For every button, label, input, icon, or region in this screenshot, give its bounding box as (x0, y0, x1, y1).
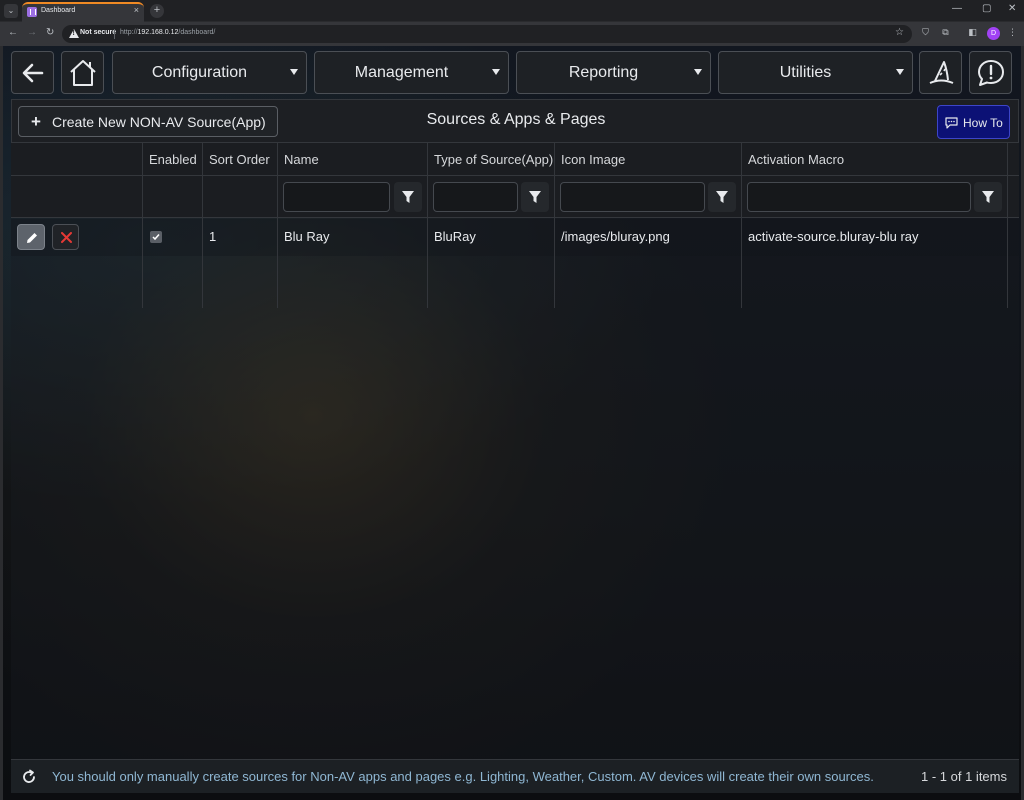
shield-extension-icon[interactable]: ⛉ (920, 27, 931, 38)
puzzle-extension-icon[interactable]: ⧉ (940, 27, 951, 38)
configuration-menu[interactable]: Configuration (112, 51, 307, 94)
back-arrow-icon (22, 63, 43, 82)
chevron-down-icon (896, 69, 904, 75)
back-icon[interactable]: ← (8, 27, 18, 38)
column-divider (202, 143, 203, 308)
footer-message: You should only manually create sources … (52, 769, 874, 784)
browser-tab[interactable]: Dashboard × (22, 2, 144, 22)
url-path: /dashboard/ (178, 29, 216, 36)
column-divider (554, 143, 555, 308)
type-cell: BluRay (434, 229, 476, 244)
checkmark-icon (152, 234, 160, 241)
grid-footer: You should only manually create sources … (11, 759, 1019, 793)
enabled-checkbox[interactable] (150, 231, 162, 243)
name-filter-input[interactable] (283, 182, 390, 212)
icon-image-filter-input[interactable] (560, 182, 705, 212)
utilities-menu-label: Utilities (779, 64, 832, 81)
icon-image-cell: /images/bluray.png (561, 229, 670, 244)
app-area: Configuration Management Reporting Utili… (0, 46, 1024, 800)
activation-macro-filter-input[interactable] (747, 182, 971, 212)
tab-title: Dashboard (41, 7, 76, 14)
feedback-bubble-icon (977, 59, 1004, 86)
column-divider (1007, 143, 1008, 308)
column-divider (277, 143, 278, 308)
more-menu-icon[interactable]: ⋮ (1007, 27, 1018, 38)
forward-icon[interactable]: → (27, 27, 37, 38)
column-header-enabled[interactable]: Enabled (149, 152, 197, 167)
bookmark-star-icon[interactable]: ☆ (895, 27, 904, 38)
refresh-icon[interactable] (21, 769, 37, 785)
chevron-down-icon (290, 69, 298, 75)
reporting-menu-label: Reporting (568, 64, 639, 81)
filter-icon (716, 191, 728, 203)
filter-row (11, 176, 1019, 218)
new-tab-button[interactable]: + (150, 4, 164, 18)
browser-tabstrip: ⌄ Dashboard × + — ▢ ✕ (0, 0, 1024, 22)
delete-x-icon (61, 232, 72, 243)
browser-toolbar: ← → ↻ Not secure http://192.168.0.12/das… (0, 22, 1024, 46)
reload-icon[interactable]: ↻ (46, 27, 54, 38)
type-filter-input[interactable] (433, 182, 518, 212)
column-header-activation-macro[interactable]: Activation Macro (748, 152, 844, 167)
sort-order-cell: 1 (209, 229, 217, 244)
filter-icon (529, 191, 541, 203)
type-filter-button[interactable] (521, 182, 549, 212)
how-to-button[interactable]: How To (937, 105, 1010, 139)
delete-row-button[interactable] (52, 224, 79, 250)
name-cell: Blu Ray (284, 229, 330, 244)
feedback-button[interactable] (969, 51, 1012, 94)
column-header-name[interactable]: Name (284, 152, 319, 167)
profile-avatar[interactable]: D (987, 27, 1000, 40)
minimize-icon[interactable]: — (952, 3, 962, 14)
configuration-menu-label: Configuration (151, 64, 248, 81)
home-button[interactable] (61, 51, 104, 94)
utilities-menu[interactable]: Utilities (718, 51, 913, 94)
column-header-type[interactable]: Type of Source(App) (434, 152, 553, 167)
back-button[interactable] (11, 51, 54, 94)
edit-row-button[interactable] (17, 224, 45, 250)
side-panel-icon[interactable]: ◧ (967, 27, 978, 38)
panel-header: + Create New NON-AV Source(App) Sources … (11, 99, 1019, 143)
url-prefix: http:// (120, 29, 138, 36)
address-bar[interactable]: Not secure http://192.168.0.12/dashboard… (62, 25, 912, 43)
activation-macro-cell: activate-source.bluray-blu ray (748, 229, 919, 244)
column-header-icon-image[interactable]: Icon Image (561, 152, 625, 167)
column-divider (741, 143, 742, 308)
management-menu-label: Management (354, 64, 449, 81)
grid-header: Enabled Sort Order Name Type of Source(A… (11, 143, 1019, 176)
filter-icon (982, 191, 994, 203)
sources-panel: + Create New NON-AV Source(App) Sources … (11, 99, 1019, 759)
reporting-menu[interactable]: Reporting (516, 51, 711, 94)
name-filter-button[interactable] (394, 182, 422, 212)
column-divider (142, 143, 143, 308)
wizard-button[interactable] (919, 51, 962, 94)
url-host: 192.168.0.12 (137, 29, 179, 36)
chevron-down-icon (694, 69, 702, 75)
how-to-label: How To (963, 116, 1003, 130)
pager-info: 1 - 1 of 1 items (921, 769, 1007, 784)
tab-search-icon[interactable]: ⌄ (4, 4, 18, 18)
window-close-icon[interactable]: ✕ (1008, 3, 1016, 14)
icon-image-filter-button[interactable] (708, 182, 736, 212)
url-divider (114, 29, 115, 39)
tab-close-icon[interactable]: × (134, 5, 139, 15)
table-row[interactable]: 1 Blu Ray BluRay /images/bluray.png acti… (11, 219, 1019, 256)
security-label[interactable]: Not secure (80, 29, 116, 36)
column-divider (427, 143, 428, 308)
url-text[interactable]: http://192.168.0.12/dashboard/ (120, 29, 215, 36)
favicon-icon (27, 7, 37, 17)
activation-macro-filter-button[interactable] (974, 182, 1002, 212)
management-menu[interactable]: Management (314, 51, 509, 94)
filter-icon (402, 191, 414, 203)
panel-title: Sources & Apps & Pages (426, 111, 606, 128)
home-icon (69, 59, 96, 86)
chevron-down-icon (492, 69, 500, 75)
warning-icon (69, 29, 79, 38)
maximize-icon[interactable]: ▢ (982, 3, 991, 14)
pencil-icon (27, 233, 37, 243)
wizard-hat-icon (929, 60, 953, 84)
chat-bubble-icon (945, 117, 958, 129)
column-header-sort-order[interactable]: Sort Order (209, 152, 270, 167)
